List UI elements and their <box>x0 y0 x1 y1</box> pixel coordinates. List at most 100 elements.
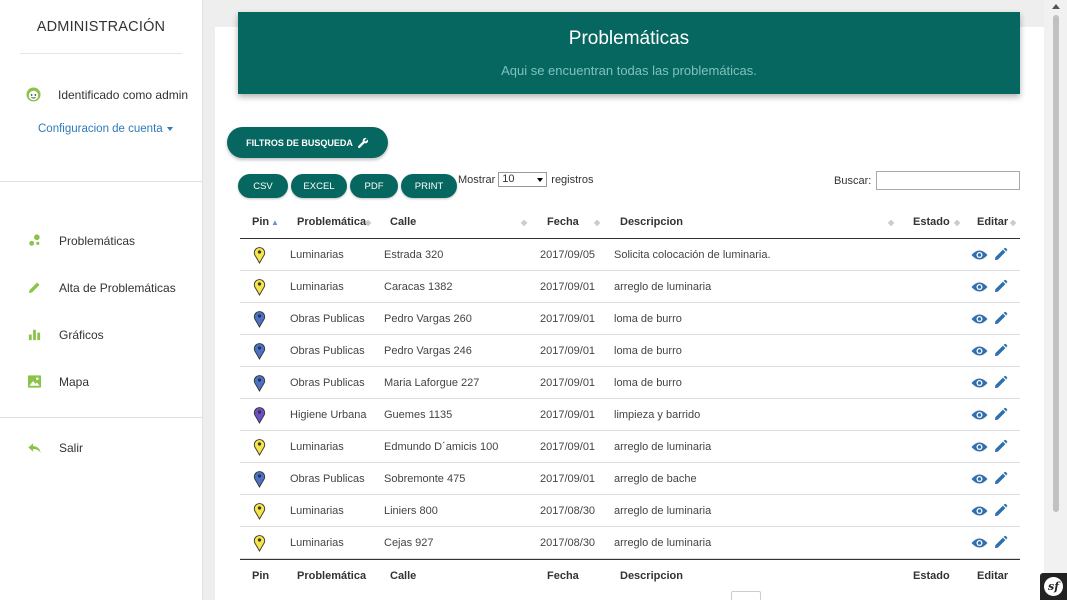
map-pin-icon <box>253 303 266 334</box>
cell-problematica: Higiene Urbana <box>290 408 367 421</box>
edit-pencil-icon[interactable] <box>993 343 1008 358</box>
cell-descripcion: loma de burro <box>614 344 682 357</box>
col-editar-header[interactable]: Editar <box>977 206 1008 238</box>
col-editar-footer: Editar <box>977 569 1009 582</box>
excel-button[interactable]: EXCEL <box>291 174 347 198</box>
col-estado-footer: Estado <box>913 569 950 582</box>
sidebar-item-alta[interactable]: Alta de Problemáticas <box>0 264 203 311</box>
page-length-select[interactable]: 10 <box>498 172 548 187</box>
sidebar-nav: Problemáticas Alta de Problemáticas Gráf… <box>0 217 203 405</box>
sidebar-item-label: Problemáticas <box>59 233 136 248</box>
col-calle-footer: Calle <box>390 569 417 582</box>
edit-pencil-icon[interactable] <box>993 311 1008 326</box>
col-fecha-footer: Fecha <box>547 569 579 582</box>
csv-button[interactable]: CSV <box>238 174 288 198</box>
eye-icon[interactable] <box>971 249 988 261</box>
eye-icon[interactable] <box>971 505 988 517</box>
eye-icon[interactable] <box>971 473 988 485</box>
map-pin-icon <box>253 399 266 430</box>
vertical-scrollbar[interactable] <box>1044 0 1067 600</box>
edit-pencil-icon[interactable] <box>993 471 1008 486</box>
print-button[interactable]: PRINT <box>401 174 457 198</box>
edit-pencil-icon[interactable] <box>993 279 1008 294</box>
cell-problematica: Luminarias <box>290 248 344 261</box>
col-descripcion-footer: Descripcion <box>620 569 683 582</box>
sidebar: ADMINISTRACIÓN Identificado como admin C… <box>0 0 203 600</box>
search-filters-label: FILTROS DE BUSQUEDA <box>246 137 353 148</box>
scroll-thumb[interactable] <box>1053 15 1059 512</box>
eye-icon[interactable] <box>971 537 988 549</box>
col-calle-header[interactable]: Calle <box>390 206 416 238</box>
cell-calle: Maria Laforgue 227 <box>384 376 480 389</box>
wrench-icon <box>357 137 369 148</box>
cell-fecha: 2017/09/01 <box>540 408 596 421</box>
divider <box>0 417 203 418</box>
table-row: Luminarias Estrada 320 2017/09/05 Solicita … <box>240 239 1020 271</box>
search-filters-button[interactable]: FILTROS DE BUSQUEDA <box>227 127 388 158</box>
sidebar-item-label: Mapa <box>59 374 90 389</box>
account-config-dropdown[interactable]: Configuracion de cuenta <box>38 123 173 135</box>
eye-icon[interactable] <box>971 441 988 453</box>
table-row: Luminarias Liniers 800 2017/08/30 arreglo d… <box>240 495 1020 527</box>
image-icon <box>27 375 42 388</box>
cell-problematica: Obras Publicas <box>290 376 365 389</box>
cell-descripcion: Solicita colocación de luminaria. <box>614 248 771 261</box>
table-row: Higiene Urbana Guemes 1135 2017/09/01 limpi… <box>240 399 1020 431</box>
user-label: Identificado como admin <box>58 87 189 102</box>
eye-icon[interactable] <box>971 345 988 357</box>
col-fecha-header[interactable]: Fecha <box>547 206 579 238</box>
table-row: Luminarias Cejas 927 2017/08/30 arreglo de … <box>240 527 1020 559</box>
eye-icon[interactable] <box>971 281 988 293</box>
edit-pencil-icon[interactable] <box>993 407 1008 422</box>
map-pin-icon <box>253 335 266 366</box>
cell-problematica: Obras Publicas <box>290 344 365 357</box>
col-estado-header[interactable]: Estado <box>913 206 950 238</box>
table-row: Obras Publicas Pedro Vargas 260 2017/09/01… <box>240 303 1020 335</box>
edit-pencil-icon[interactable] <box>993 247 1008 262</box>
sidebar-item-label: Gráficos <box>59 327 104 342</box>
row-actions <box>971 495 1013 526</box>
cell-descripcion: arreglo de luminaria <box>614 504 712 517</box>
sidebar-item-problematicas[interactable]: Problemáticas <box>0 217 203 264</box>
col-descripcion-header[interactable]: Descripcion <box>620 206 683 238</box>
sidebar-item-graficos[interactable]: Gráficos <box>0 311 203 358</box>
page-length-control: Mostrar 10 registros <box>458 172 593 187</box>
eye-icon[interactable] <box>971 377 988 389</box>
table-row: Luminarias Edmundo D´amicis 100 2017/09/01… <box>240 431 1020 463</box>
cell-calle: Edmundo D´amicis 100 <box>384 440 499 453</box>
table-row: Obras Publicas Maria Laforgue 227 2017/09/… <box>240 367 1020 399</box>
page-title: Problemáticas <box>568 28 690 49</box>
col-problematica-header[interactable]: Problemática <box>297 206 366 238</box>
sort-icon: ◆ <box>521 217 528 227</box>
pdf-button[interactable]: PDF <box>350 174 398 198</box>
eye-icon[interactable] <box>971 313 988 325</box>
col-pin-header[interactable]: Pin <box>252 206 269 238</box>
row-actions <box>971 399 1013 430</box>
edit-pencil-icon[interactable] <box>993 503 1008 518</box>
table-row: Obras Publicas Pedro Vargas 246 2017/09/01… <box>240 335 1020 367</box>
sort-asc-icon: ▲ <box>271 217 279 227</box>
logout-button[interactable]: Salir <box>27 440 83 455</box>
edit-pencil-icon[interactable] <box>993 535 1008 550</box>
edit-pencil-icon[interactable] <box>993 375 1008 390</box>
account-config-label: Configuracion de cuenta <box>38 123 163 135</box>
row-actions <box>971 239 1013 270</box>
pagination-button[interactable] <box>731 591 761 600</box>
user-face-icon <box>26 87 41 102</box>
row-actions <box>971 527 1013 558</box>
sort-icon: ◆ <box>1010 217 1017 227</box>
page-subtitle: Aqui se encuentran todas las problemátic… <box>501 63 757 78</box>
sidebar-item-mapa[interactable]: Mapa <box>0 358 203 405</box>
search-input[interactable] <box>876 171 1021 190</box>
cell-fecha: 2017/09/05 <box>540 248 596 261</box>
row-actions <box>971 271 1013 302</box>
table-row: Obras Publicas Sobremonte 475 2017/09/01 ar… <box>240 463 1020 495</box>
cell-fecha: 2017/09/01 <box>540 280 596 293</box>
scroll-up-icon[interactable] <box>1052 4 1060 9</box>
symfony-toolbar-button[interactable]: sf <box>1040 573 1067 600</box>
edit-pencil-icon[interactable] <box>993 439 1008 454</box>
eye-icon[interactable] <box>971 409 988 421</box>
sort-icon: ◆ <box>888 217 895 227</box>
cell-problematica: Luminarias <box>290 440 344 453</box>
cell-descripcion: arreglo de luminaria <box>614 280 712 293</box>
